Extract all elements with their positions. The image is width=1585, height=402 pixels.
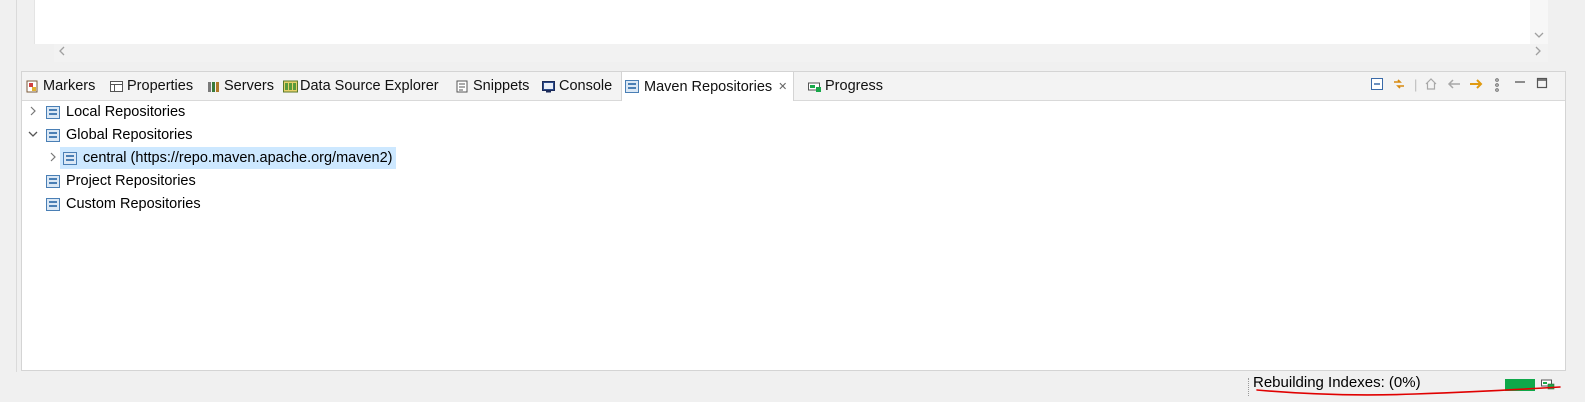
status-separator	[1248, 378, 1249, 396]
editor-content[interactable]	[34, 0, 1545, 44]
repository-icon	[63, 151, 77, 165]
status-message: Rebuilding Indexes: (0%)	[1253, 374, 1421, 391]
maximize-icon[interactable]	[1536, 77, 1548, 92]
tree-item-project-repositories[interactable]: Project Repositories	[46, 170, 196, 192]
tab-snippets[interactable]: Snippets	[456, 72, 529, 100]
expand-chevron-icon[interactable]	[46, 152, 60, 165]
tab-label: Progress	[825, 78, 884, 94]
repository-icon	[46, 128, 60, 142]
properties-icon	[110, 80, 123, 93]
views-panel: Markers Properties Servers Data Source E…	[21, 71, 1566, 371]
tree-item-local-repositories[interactable]: Local Repositories	[26, 101, 185, 123]
editor-area	[20, 0, 1568, 66]
back-arrow-icon[interactable]	[1446, 77, 1462, 94]
forward-arrow-icon[interactable]	[1468, 77, 1484, 94]
progress-view-icon[interactable]	[1541, 378, 1555, 390]
tab-label: Console	[559, 78, 613, 94]
tab-properties[interactable]: Properties	[110, 72, 193, 100]
tab-label: Snippets	[473, 78, 530, 94]
view-menu-icon[interactable]	[1494, 77, 1500, 96]
maven-repositories-icon	[625, 80, 639, 93]
tree-item-global-repositories[interactable]: Global Repositories	[26, 124, 193, 146]
tree-item-label: central (https://repo.maven.apache.org/m…	[83, 150, 393, 166]
tree-item-label: Local Repositories	[66, 104, 186, 120]
scroll-right-icon[interactable]	[1534, 44, 1542, 61]
tab-label: Data Source Explorer	[300, 78, 439, 94]
selected-node[interactable]: central (https://repo.maven.apache.org/m…	[60, 147, 396, 169]
status-bar: Rebuilding Indexes: (0%)	[0, 372, 1585, 402]
tab-label: Maven Repositories	[644, 78, 773, 95]
tree-item-central[interactable]: central (https://repo.maven.apache.org/m…	[46, 147, 396, 169]
repository-icon	[46, 197, 60, 211]
tab-markers[interactable]: Markers	[26, 72, 95, 100]
markers-icon	[26, 80, 39, 93]
home-icon[interactable]	[1424, 77, 1438, 94]
tab-servers[interactable]: Servers	[207, 72, 274, 100]
tab-label: Properties	[127, 78, 194, 94]
close-icon[interactable]: ✕	[778, 80, 787, 93]
collapse-all-icon[interactable]	[1370, 77, 1384, 94]
editor-vertical-scrollbar[interactable]	[1530, 0, 1548, 44]
repository-icon	[46, 174, 60, 188]
tree-item-label: Global Repositories	[66, 127, 193, 143]
servers-icon	[207, 80, 220, 93]
tree-item-label: Project Repositories	[66, 173, 196, 189]
editor-horizontal-scrollbar[interactable]	[54, 44, 1548, 62]
data-source-explorer-icon	[283, 80, 298, 93]
scroll-left-icon[interactable]	[58, 44, 66, 61]
view-tab-bar: Markers Properties Servers Data Source E…	[22, 72, 1565, 101]
link-icon[interactable]	[1392, 77, 1406, 94]
scroll-down-icon[interactable]	[1534, 28, 1544, 42]
tab-console[interactable]: Console	[542, 72, 612, 100]
toolbar-separator: |	[1414, 77, 1418, 92]
tab-label: Servers	[224, 78, 274, 94]
tab-maven-repositories[interactable]: Maven Repositories ✕	[621, 72, 795, 101]
expand-chevron-icon[interactable]	[26, 106, 40, 119]
minimize-icon[interactable]	[1514, 77, 1526, 92]
tab-data-source-explorer[interactable]: Data Source Explorer	[283, 72, 439, 100]
tab-label: Markers	[43, 78, 96, 94]
snippets-icon	[456, 80, 469, 93]
progress-bar[interactable]	[1505, 379, 1535, 391]
collapse-chevron-icon[interactable]	[26, 129, 40, 141]
progress-icon	[808, 80, 821, 93]
console-icon	[542, 80, 555, 93]
tree-item-label: Custom Repositories	[66, 196, 201, 212]
repository-icon	[46, 105, 60, 119]
tab-progress[interactable]: Progress	[808, 72, 883, 100]
progress-bar-fill	[1505, 379, 1535, 391]
window-left-edge	[16, 0, 17, 372]
tree-item-custom-repositories[interactable]: Custom Repositories	[46, 193, 201, 215]
